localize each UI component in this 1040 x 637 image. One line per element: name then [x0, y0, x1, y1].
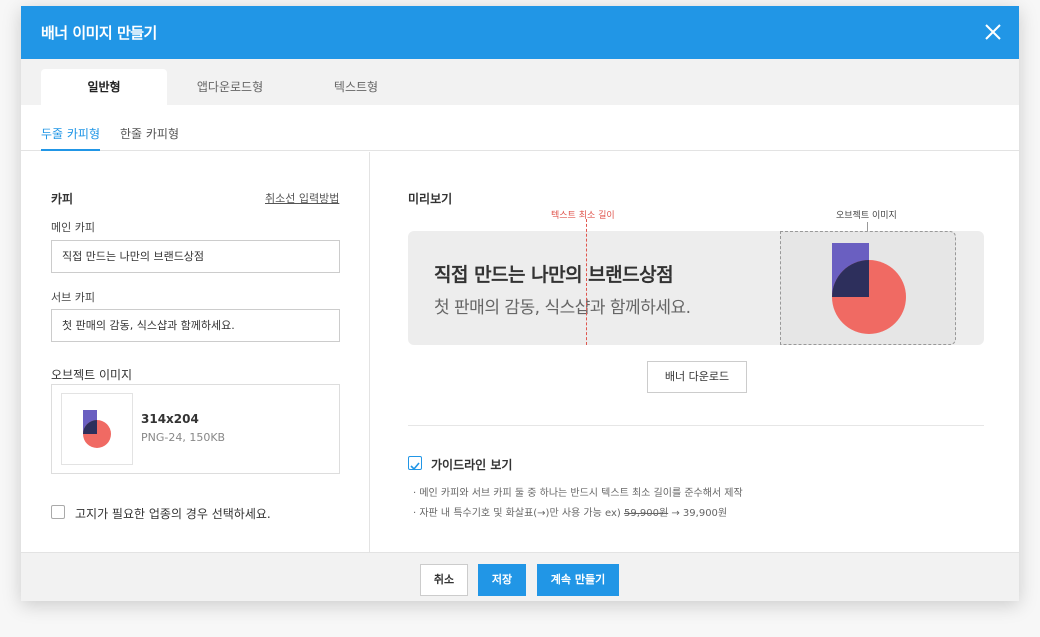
layout-subtabs: 두줄 카피형 한줄 카피형 [21, 105, 1019, 151]
guide-label: 가이드라인 보기 [431, 458, 513, 472]
guide-text-2-suffix: → 39,900원 [671, 508, 728, 519]
preview-label: 미리보기 [408, 192, 453, 206]
min-length-guide-line [586, 219, 587, 345]
guide-text-2-prefix: · 자판 내 특수기호 및 화살표(→)만 사용 가능 ex) [413, 508, 621, 519]
modal-footer: 취소 저장 계속 만들기 [21, 552, 1019, 601]
object-image-dimensions: 314x204 [141, 412, 199, 426]
guide-text-2-strike: 59,900원 [623, 508, 669, 519]
min-length-label: 텍스트 최소 길이 [551, 211, 615, 221]
object-image-box[interactable]: 314x204 PNG-24, 150KB [51, 384, 340, 474]
object-label-tick [867, 222, 868, 231]
preview-object-icon [832, 243, 906, 334]
object-image-label: 오브젝트 이미지 [51, 368, 133, 382]
tab-app-download[interactable]: 앱다운로드형 [167, 69, 293, 105]
object-image-format: PNG-24, 150KB [141, 431, 226, 444]
guide-checkbox[interactable] [408, 456, 422, 471]
subtab-one-line[interactable]: 한줄 카피형 [120, 125, 179, 149]
preview-sub-text: 첫 판매의 감동, 식스샵과 함께하세요. [434, 298, 691, 318]
guide-text-1: · 메인 카피와 서브 카피 둘 중 하나는 반드시 텍스트 최소 길이를 준수… [413, 488, 743, 499]
strikethrough-help-link[interactable]: 취소선 입력방법 [265, 190, 339, 206]
main-copy-label: 메인 카피 [51, 221, 95, 234]
modal-header: 배너 이미지 만들기 [21, 6, 1019, 59]
object-image-thumbnail [61, 393, 133, 465]
sub-copy-label: 서브 카피 [51, 291, 95, 304]
banner-modal: 배너 이미지 만들기 일반형 앱다운로드형 텍스트형 두줄 카피형 한줄 카피형… [21, 6, 1019, 601]
banner-preview: 직접 만드는 나만의 브랜드상점 첫 판매의 감동, 식스샵과 함께하세요. [408, 219, 984, 345]
continue-button[interactable]: 계속 만들기 [537, 564, 619, 596]
edit-panel: 카피 취소선 입력방법 메인 카피 직접 만드는 나만의 브랜드상점 서브 카피… [21, 152, 370, 552]
modal-title: 배너 이미지 만들기 [41, 24, 157, 42]
object-area-label: 오브젝트 이미지 [836, 211, 897, 221]
tab-text[interactable]: 텍스트형 [293, 69, 419, 105]
cancel-button[interactable]: 취소 [420, 564, 468, 596]
object-guide-box [780, 231, 956, 345]
type-tabs: 일반형 앱다운로드형 텍스트형 [21, 59, 1019, 105]
main-copy-input[interactable]: 직접 만드는 나만의 브랜드상점 [51, 240, 340, 273]
tab-general[interactable]: 일반형 [41, 69, 167, 105]
close-icon[interactable] [981, 20, 1005, 44]
notice-checkbox[interactable] [51, 505, 65, 519]
check-icon [410, 462, 420, 471]
sub-copy-input[interactable]: 첫 판매의 감동, 식스샵과 함께하세요. [51, 309, 340, 342]
banner-download-button[interactable]: 배너 다운로드 [647, 361, 747, 393]
save-button[interactable]: 저장 [478, 564, 526, 596]
object-shape-icon [83, 410, 111, 448]
preview-main-text: 직접 만드는 나만의 브랜드상점 [434, 264, 674, 286]
copy-section-label: 카피 [51, 192, 74, 206]
divider [408, 425, 984, 426]
guide-text-2: · 자판 내 특수기호 및 화살표(→)만 사용 가능 ex) 59,900원 … [413, 504, 727, 519]
subtab-two-line[interactable]: 두줄 카피형 [41, 125, 101, 151]
notice-label: 고지가 필요한 업종의 경우 선택하세요. [75, 507, 271, 521]
preview-panel: 미리보기 텍스트 최소 길이 오브젝트 이미지 직접 만드는 나만의 브랜드상점… [371, 152, 1019, 552]
